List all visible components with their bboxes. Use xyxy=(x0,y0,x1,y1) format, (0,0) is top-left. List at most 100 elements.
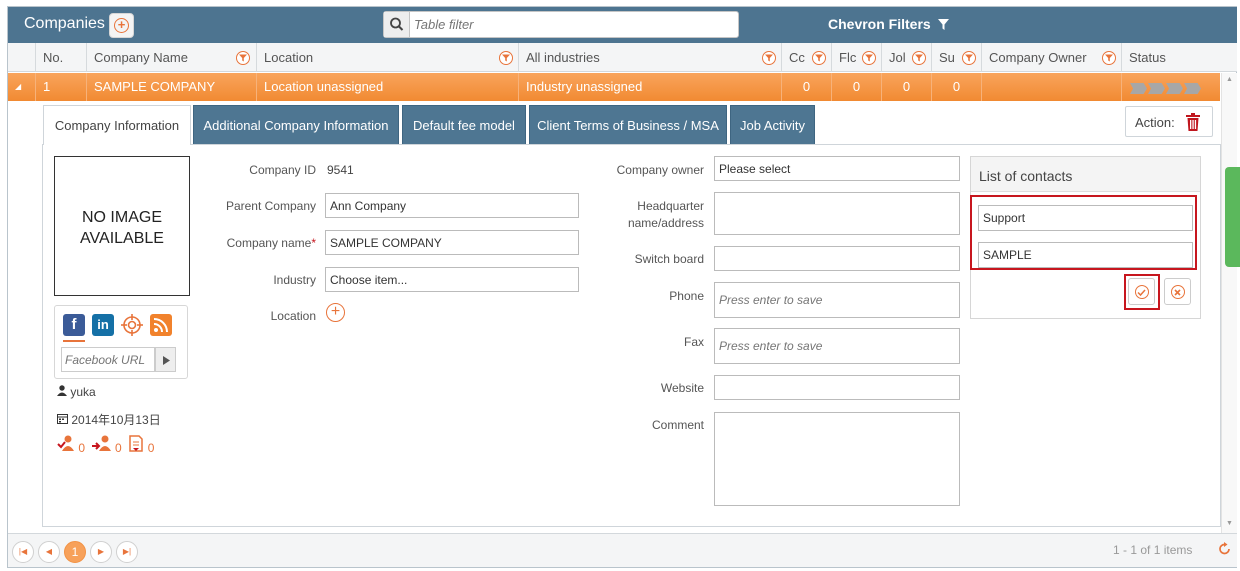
industry-filter-icon[interactable] xyxy=(762,51,776,65)
linkedin-icon[interactable]: in xyxy=(92,314,114,336)
facebook-url-submit-button[interactable] xyxy=(155,347,176,372)
comment-field[interactable] xyxy=(714,412,960,506)
jo-filter-icon[interactable] xyxy=(912,51,926,65)
owner-filter-icon[interactable] xyxy=(1102,51,1116,65)
companies-grid: Companies + Chevron Filters No. Company … xyxy=(7,6,1237,568)
location-filter-icon[interactable] xyxy=(499,51,513,65)
tab-default-fee-model[interactable]: Default fee model xyxy=(402,105,526,144)
company-owner-label: Company owner xyxy=(616,163,704,177)
cancel-contact-button[interactable] xyxy=(1164,278,1191,305)
target-icon[interactable] xyxy=(121,314,143,336)
expand-toggle[interactable]: ◢ xyxy=(8,73,35,101)
cell-su: 0 xyxy=(931,73,981,101)
table-filter-input[interactable] xyxy=(414,15,714,33)
pager-info: 1 - 1 of 1 items xyxy=(1113,543,1193,557)
comment-label: Comment xyxy=(651,418,704,432)
created-date: 2014年10月13日 xyxy=(57,411,161,428)
current-page-button[interactable]: 1 xyxy=(64,541,86,563)
refresh-icon[interactable] xyxy=(1219,541,1231,558)
side-feedback-tab[interactable] xyxy=(1225,167,1240,267)
column-header-status[interactable]: Status xyxy=(1121,43,1221,72)
counter-2: 0 xyxy=(115,441,122,455)
fax-label: Fax xyxy=(683,335,704,349)
cell-no: 1 xyxy=(35,73,86,101)
required-marker: * xyxy=(311,236,316,250)
tab-client-terms-of-business[interactable]: Client Terms of Business / MSA xyxy=(529,105,727,144)
scroll-up-arrow-icon[interactable]: ▲ xyxy=(1226,76,1233,83)
add-company-button[interactable]: + xyxy=(109,13,134,38)
industry-label: Industry xyxy=(273,273,316,287)
facebook-icon[interactable]: f xyxy=(63,314,85,336)
cell-location: Location unassigned xyxy=(256,73,518,101)
search-button[interactable] xyxy=(384,12,410,37)
play-icon xyxy=(163,356,170,365)
company-id-label: Company ID xyxy=(249,163,316,177)
switch-board-field[interactable] xyxy=(714,246,960,271)
document-icon xyxy=(129,435,144,452)
vertical-scrollbar[interactable]: ▲ ▼ xyxy=(1221,73,1237,533)
website-label: Website xyxy=(660,381,704,395)
check-icon xyxy=(1135,285,1149,299)
user-icon xyxy=(57,385,67,396)
fax-field[interactable] xyxy=(714,328,960,364)
headquarter-label-line2: name/address xyxy=(627,216,704,230)
created-by-user: yuka xyxy=(70,385,96,399)
su-filter-icon[interactable] xyxy=(962,51,976,65)
scroll-down-arrow-icon[interactable]: ▼ xyxy=(1226,520,1233,527)
cell-company-name: SAMPLE COMPANY xyxy=(86,73,256,101)
search-icon xyxy=(390,17,404,31)
table-filter xyxy=(383,11,739,38)
parent-company-field[interactable] xyxy=(325,193,579,218)
cell-cc: 0 xyxy=(781,73,831,101)
action-button[interactable]: Action: xyxy=(1125,106,1213,137)
tab-additional-company-information[interactable]: Additional Company Information xyxy=(193,105,399,144)
headquarter-label: Headquarter name/address xyxy=(568,198,704,232)
fl-filter-icon[interactable] xyxy=(862,51,876,65)
page-title: Companies xyxy=(24,15,105,32)
tab-company-information[interactable]: Company Information xyxy=(43,105,191,145)
close-icon xyxy=(1171,285,1185,299)
parent-company-label: Parent Company xyxy=(225,199,316,213)
rss-icon[interactable] xyxy=(150,314,172,336)
next-page-button[interactable]: ▶ xyxy=(90,541,112,563)
table-row[interactable]: ◢ 1 SAMPLE COMPANY Location unassigned I… xyxy=(8,73,1220,101)
column-header-no[interactable]: No. xyxy=(35,43,86,72)
column-header-company-name[interactable]: Company Name xyxy=(86,43,256,72)
tab-job-activity[interactable]: Job Activity xyxy=(730,105,815,144)
created-by: yuka xyxy=(57,385,96,399)
column-header-industry[interactable]: All industries xyxy=(518,43,781,72)
prev-page-button[interactable]: ◀ xyxy=(38,541,60,563)
counter-1: 0 xyxy=(78,441,86,455)
phone-label: Phone xyxy=(669,289,704,303)
calendar-icon xyxy=(57,414,68,424)
company-logo-placeholder[interactable]: NO IMAGE AVAILABLE xyxy=(54,156,190,296)
company-name-filter-icon[interactable] xyxy=(236,51,250,65)
company-name-label-text: Company name xyxy=(226,236,312,250)
last-page-button[interactable]: ▶| xyxy=(116,541,138,563)
headquarter-label-line1: Headquarter xyxy=(637,199,704,213)
company-id-value: 9541 xyxy=(327,163,354,177)
column-header-company-owner[interactable]: Company Owner xyxy=(981,43,1121,72)
funnel-icon xyxy=(937,19,949,30)
contact-field-support[interactable] xyxy=(978,205,1193,231)
website-field[interactable] xyxy=(714,375,960,400)
add-location-button[interactable]: + xyxy=(326,303,345,322)
location-label: Location xyxy=(270,309,316,323)
facebook-url-input[interactable] xyxy=(61,347,155,372)
chevron-filters-toggle[interactable]: Chevron Filters xyxy=(828,16,949,32)
industry-select[interactable] xyxy=(325,267,579,292)
user-check-icon xyxy=(57,435,74,451)
cc-filter-icon[interactable] xyxy=(812,51,826,65)
headquarter-address-field[interactable] xyxy=(714,192,960,235)
user-forward-icon xyxy=(91,435,111,451)
company-name-label: Company name* xyxy=(198,236,316,250)
company-name-field[interactable] xyxy=(325,230,579,255)
pagination-bar: |◀ ◀ 1 ▶ ▶| 1 - 1 of 1 items xyxy=(8,533,1237,567)
status-chevron-progress xyxy=(1130,82,1202,94)
contact-field-sample[interactable] xyxy=(978,242,1193,268)
company-owner-select[interactable] xyxy=(714,156,960,181)
save-contact-button[interactable] xyxy=(1128,278,1155,305)
phone-field[interactable] xyxy=(714,282,960,318)
first-page-button[interactable]: |◀ xyxy=(12,541,34,563)
column-header-location[interactable]: Location xyxy=(256,43,518,72)
